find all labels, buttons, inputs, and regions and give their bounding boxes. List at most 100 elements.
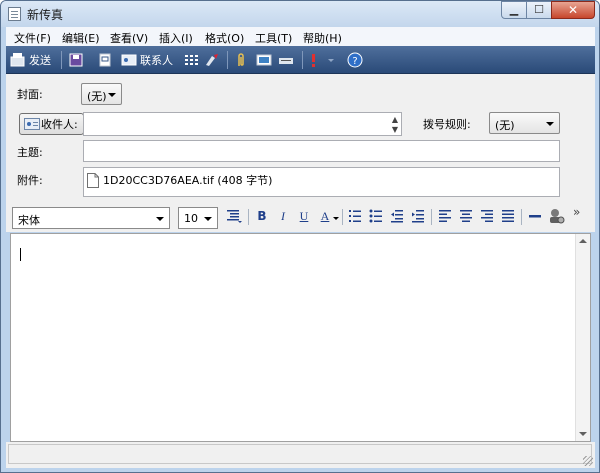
align-right-button[interactable] [478, 207, 496, 225]
cover-value: (无) [87, 90, 107, 103]
keypad-button[interactable] [183, 50, 199, 70]
spelling-button[interactable] [203, 50, 221, 70]
justify-button[interactable] [499, 207, 517, 225]
justify-icon [502, 210, 514, 222]
send-button[interactable]: 发送 [10, 50, 51, 70]
scan-button[interactable] [278, 50, 294, 70]
file-icon [87, 172, 99, 188]
send-fax-icon [10, 53, 25, 67]
close-button[interactable]: ✕ [551, 1, 595, 19]
cover-select[interactable]: (无) [81, 83, 122, 105]
insert-object-button[interactable] [547, 207, 565, 225]
save-button[interactable] [68, 50, 84, 70]
chevron-down-icon [156, 217, 164, 221]
chevron-down-icon [546, 122, 554, 126]
bold-button[interactable]: B [253, 207, 271, 225]
menu-tools[interactable]: 工具(T) [255, 30, 292, 46]
format-toolbar: 宋体 10 B I U A » [6, 202, 595, 232]
menu-help[interactable]: 帮助(H) [303, 30, 342, 46]
page-setup-button[interactable] [97, 50, 113, 70]
attach-button[interactable] [234, 50, 248, 70]
chevron-down-icon [328, 59, 334, 62]
scroll-down-icon[interactable] [579, 432, 587, 436]
spin-up-icon[interactable]: ▲ [392, 115, 398, 124]
horizontal-line-icon [529, 215, 541, 218]
underline-button[interactable]: U [295, 207, 313, 225]
keypad-icon [185, 55, 198, 65]
menu-insert[interactable]: 插入(I) [159, 30, 193, 46]
recipient-field[interactable]: ▲ ▼ [83, 112, 402, 136]
maximize-icon: ☐ [534, 3, 544, 16]
subject-label: 主题: [17, 146, 43, 159]
fax-document-icon [8, 7, 21, 21]
fax-header-form: 封面: (无) 收件人: ▲ ▼ 拨号规则: (无) 主题: 附件: 1D20C… [6, 74, 595, 202]
brush-icon [206, 54, 218, 66]
horizontal-line-button[interactable] [526, 207, 544, 225]
insert-picture-button[interactable] [256, 50, 272, 70]
font-value: 宋体 [18, 214, 40, 227]
menu-view[interactable]: 查看(V) [110, 30, 148, 46]
font-size-select[interactable]: 10 [178, 207, 218, 229]
scanner-icon [279, 58, 293, 64]
toolbar-separator [61, 51, 62, 69]
svg-text:?: ? [352, 56, 357, 67]
chevron-down-icon [108, 93, 116, 97]
numbered-list-button[interactable] [346, 207, 364, 225]
italic-button[interactable]: I [274, 207, 292, 225]
menu-format[interactable]: 格式(O) [205, 30, 244, 46]
bullet-list-icon [369, 209, 382, 223]
format-separator [431, 209, 432, 225]
maximize-button[interactable]: ☐ [526, 1, 552, 19]
subject-field[interactable] [83, 140, 560, 162]
toolbar-overflow-button[interactable]: » [573, 205, 580, 219]
exclamation-icon [312, 54, 315, 67]
recipient-button[interactable]: 收件人: [19, 113, 84, 135]
align-right-icon [481, 210, 493, 222]
format-separator [342, 209, 343, 225]
indent-icon [412, 210, 424, 223]
save-icon [69, 53, 83, 67]
bullet-list-button[interactable] [367, 207, 385, 225]
increase-indent-button[interactable] [409, 207, 427, 225]
contacts-label: 联系人 [140, 54, 173, 67]
scroll-up-icon[interactable] [579, 239, 587, 243]
spin-down-icon[interactable]: ▼ [392, 125, 398, 134]
attachment-field[interactable]: 1D20CC3D76AEA.tif (408 字节) [83, 167, 560, 197]
menu-bar: 文件(F) 编辑(E) 查看(V) 插入(I) 格式(O) 工具(T) 帮助(H… [6, 27, 595, 46]
font-color-button[interactable]: A [316, 207, 334, 225]
priority-dropdown[interactable] [327, 50, 335, 70]
picture-icon [256, 54, 272, 66]
status-bar [6, 442, 595, 468]
outdent-icon [391, 210, 403, 223]
dial-rule-select[interactable]: (无) [489, 112, 560, 134]
decrease-indent-button[interactable] [388, 207, 406, 225]
send-label: 发送 [29, 54, 51, 67]
paragraph-style-button[interactable] [225, 207, 243, 225]
resize-grip-icon[interactable] [583, 456, 593, 466]
attachment-label: 附件: [17, 174, 43, 187]
help-icon: ? [347, 52, 363, 68]
attachment-file-name: 1D20CC3D76AEA.tif (408 字节) [103, 174, 273, 187]
message-body-editor[interactable] [10, 233, 591, 442]
address-card-icon [24, 118, 40, 130]
priority-button[interactable] [309, 50, 319, 70]
contacts-button[interactable]: 联系人 [121, 50, 173, 70]
format-separator [248, 209, 249, 225]
align-left-button[interactable] [436, 207, 454, 225]
font-select[interactable]: 宋体 [12, 207, 170, 229]
minimize-button[interactable]: ▁ [501, 1, 527, 19]
format-separator [521, 209, 522, 225]
vertical-scrollbar[interactable] [575, 234, 590, 441]
align-center-button[interactable] [457, 207, 475, 225]
numbered-list-icon [349, 210, 361, 222]
menu-edit[interactable]: 编辑(E) [62, 30, 100, 46]
minimize-icon: ▁ [509, 3, 519, 16]
help-button[interactable]: ? [347, 50, 363, 70]
cover-label: 封面: [17, 88, 43, 101]
fax-window: 新传真 ▁ ☐ ✕ 文件(F) 编辑(E) 查看(V) 插入(I) 格式(O) … [0, 0, 600, 473]
attachment-item[interactable]: 1D20CC3D76AEA.tif (408 字节) [87, 172, 272, 188]
menu-file[interactable]: 文件(F) [14, 30, 51, 46]
chevron-down-icon [204, 217, 212, 221]
toolbar-separator [227, 51, 228, 69]
person-scanner-icon [550, 209, 565, 224]
